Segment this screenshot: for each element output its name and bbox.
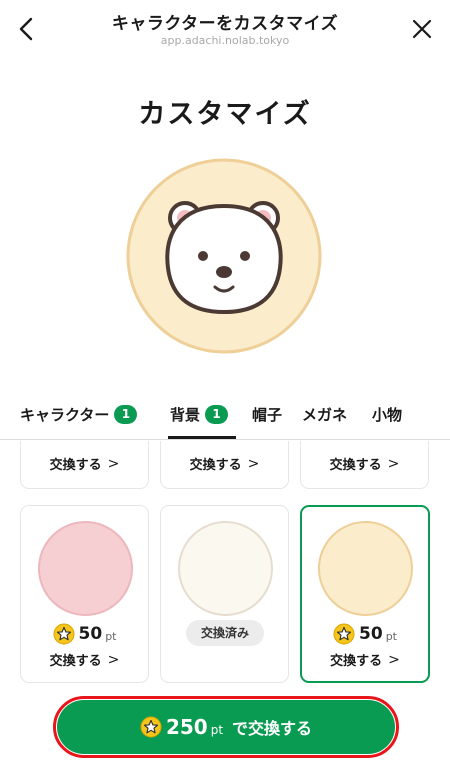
tab-label: 小物 [372,405,403,424]
tab-badge: 1 [114,404,138,424]
chevron-right-icon: > [247,455,260,472]
total-price: 250 [165,715,208,739]
exchange-link[interactable]: 交換する > [21,650,148,670]
tab-glasses[interactable]: メガネ [302,402,347,426]
tab-badge: 1 [205,404,229,424]
header-url: app.adachi.nolab.tokyo [160,34,290,47]
item-card[interactable]: 50 pt 交換する > [20,505,149,683]
exchange-button-label: で交換する [232,719,313,738]
tab-label: 背景 [170,405,201,424]
tab-accessories[interactable]: 小物 [372,402,402,426]
exchange-label: 交換する [49,458,102,473]
chevron-right-icon: > [107,651,120,668]
polar-bear-avatar [126,158,322,354]
exchange-button[interactable]: 250 pt で交換する [57,700,395,754]
item-card[interactable]: 50 pt 交換する> [160,441,289,489]
exchange-link[interactable]: 交換する > [21,454,148,474]
exchange-link[interactable]: 交換する > [302,650,428,670]
item-card-selected[interactable]: 50 pt 交換する > [300,505,430,683]
price-unit: pt [105,630,117,643]
price-unit: pt [385,630,397,643]
item-price: 50 pt [21,623,148,645]
bottom-action-bar: 250 pt で交換する [0,685,450,776]
exchange-label: 交換する [330,654,383,669]
star-coin-icon [333,623,355,645]
tab-label: キャラクター [20,405,110,424]
beige-background-swatch [318,521,413,616]
item-price: 50 pt [302,623,428,645]
exchange-link[interactable]: 交換する > [301,454,428,474]
chevron-right-icon: > [388,651,400,668]
total-price-unit: pt [210,723,224,737]
header-title: キャラクターをカスタマイズ [111,14,339,34]
cream-background-swatch [178,521,273,616]
active-tab-indicator [168,436,236,439]
exchanged-badge: 交換済み [186,620,264,646]
category-tabs: キャラクター 1 背景 1 帽子 メガネ 小物 [0,400,450,440]
tab-hat[interactable]: 帽子 [252,402,282,426]
exchange-label: 交換する [329,458,382,473]
chevron-right-icon: > [107,455,120,472]
tab-background[interactable]: 背景 1 [170,402,229,426]
item-card[interactable]: 50 pt 交換する> [300,441,429,489]
header: キャラクターをカスタマイズ app.adachi.nolab.tokyo [0,0,450,62]
chevron-right-icon: > [387,455,400,472]
item-card[interactable]: 交換済み [160,505,289,683]
exchange-label: 交換する [189,458,242,473]
close-button[interactable] [408,14,436,44]
star-coin-icon [53,623,75,645]
close-icon [412,19,432,39]
item-grid[interactable]: 50 pt 交換する > 50 pt 交換する > 50 pt 交換する > 50 [0,441,450,685]
price-value: 50 [359,624,383,644]
tab-label: 帽子 [252,405,283,424]
exchange-link[interactable]: 交換する > [161,454,288,474]
page-title: カスタマイズ [138,99,312,130]
item-card[interactable]: 50 pt 交換する> [20,441,149,489]
star-coin-icon [140,716,162,738]
tab-character[interactable]: キャラクター 1 [20,402,138,426]
avatar-preview [124,156,324,356]
price-value: 50 [78,624,103,644]
exchange-label: 交換する [49,654,102,669]
pink-background-swatch [38,521,133,616]
tab-label: メガネ [302,405,348,424]
